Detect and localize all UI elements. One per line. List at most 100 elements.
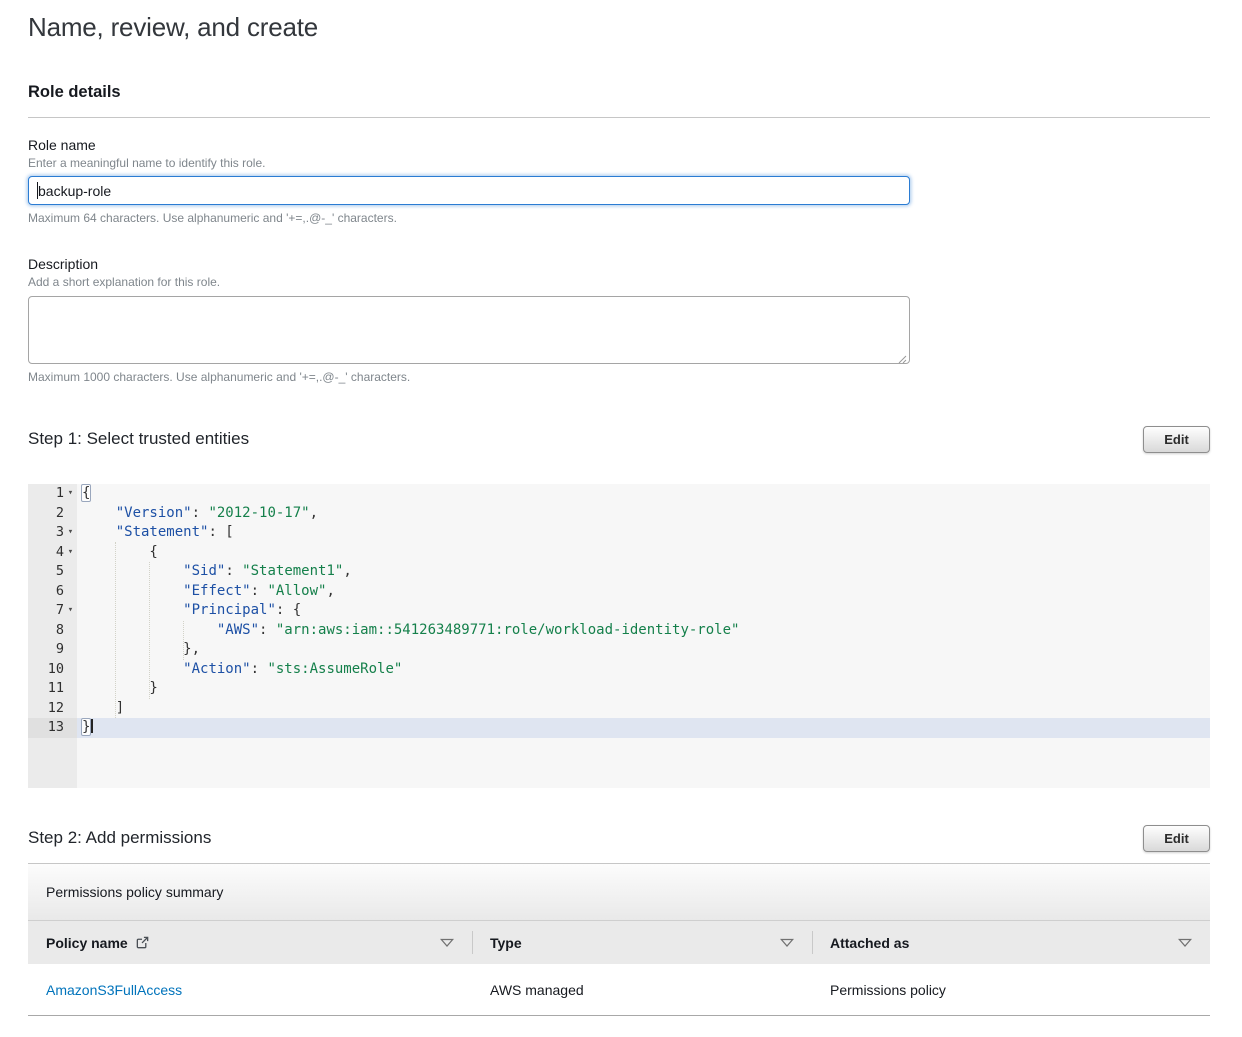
cell-policy-name: AmazonS3FullAccess xyxy=(28,982,472,998)
description-label: Description xyxy=(28,256,1210,272)
code-token: : xyxy=(251,583,268,599)
code-token: "Action" xyxy=(183,661,250,677)
code-token: } xyxy=(82,680,158,696)
filter-dropdown-icon[interactable] xyxy=(1178,938,1192,948)
column-label: Type xyxy=(490,935,522,951)
fold-arrow-icon[interactable]: ▾ xyxy=(64,484,77,504)
code-line[interactable]: } xyxy=(77,679,1210,699)
code-token: "Version" xyxy=(116,505,192,521)
code-line[interactable]: } xyxy=(77,718,1210,738)
fold-arrow-icon[interactable]: ▾ xyxy=(64,543,77,563)
column-header-type[interactable]: Type xyxy=(472,921,812,964)
trust-policy-editor[interactable]: 1▾23▾4▾567▾8910111213 { "Version": "2012… xyxy=(28,484,1210,788)
code-line[interactable]: }, xyxy=(77,640,1210,660)
code-line[interactable]: "Sid": "Statement1", xyxy=(77,562,1210,582)
line-number: 2 xyxy=(56,504,64,524)
code-token xyxy=(82,583,183,599)
code-token: { xyxy=(82,544,158,560)
description-help: Add a short explanation for this role. xyxy=(28,275,1210,289)
permissions-panel-header: Permissions policy summary xyxy=(28,863,1210,921)
role-name-label: Role name xyxy=(28,137,1210,153)
line-number: 3 xyxy=(56,523,64,543)
description-constraint: Maximum 1000 characters. Use alphanumeri… xyxy=(28,370,1210,384)
code-lines[interactable]: { "Version": "2012-10-17", "Statement": … xyxy=(77,484,1210,788)
code-token: "Statement" xyxy=(116,524,209,540)
code-line[interactable]: "AWS": "arn:aws:iam::541263489771:role/w… xyxy=(77,621,1210,641)
fold-arrow-icon[interactable]: ▾ xyxy=(64,523,77,543)
code-token xyxy=(82,524,116,540)
code-token: : xyxy=(259,622,276,638)
code-line[interactable]: "Action": "sts:AssumeRole" xyxy=(77,660,1210,680)
gutter-line: 5 xyxy=(28,562,77,582)
permissions-panel-title: Permissions policy summary xyxy=(46,884,223,900)
gutter-line: 11 xyxy=(28,679,77,699)
code-token: : xyxy=(192,505,209,521)
gutter-line[interactable]: 4▾ xyxy=(28,543,77,563)
code-token: : { xyxy=(276,602,301,618)
code-token: "arn:aws:iam::541263489771:role/workload… xyxy=(276,622,740,638)
filter-dropdown-icon[interactable] xyxy=(440,938,454,948)
line-number: 4 xyxy=(56,543,64,563)
code-token: , xyxy=(343,563,351,579)
text-cursor xyxy=(91,719,93,733)
line-number: 7 xyxy=(56,601,64,621)
line-number: 1 xyxy=(56,484,64,504)
line-number: 6 xyxy=(56,582,64,602)
code-line[interactable]: "Effect": "Allow", xyxy=(77,582,1210,602)
page-title: Name, review, and create xyxy=(28,12,1210,43)
table-row: AmazonS3FullAccess AWS managed Permissio… xyxy=(28,964,1210,1016)
code-token: "Sid" xyxy=(183,563,225,579)
gutter-line[interactable]: 7▾ xyxy=(28,601,77,621)
code-token: : xyxy=(225,563,242,579)
step1-edit-button[interactable]: Edit xyxy=(1143,426,1210,453)
code-line[interactable]: "Version": "2012-10-17", xyxy=(77,504,1210,524)
text-cursor xyxy=(37,182,38,199)
step2-edit-button[interactable]: Edit xyxy=(1143,825,1210,852)
role-name-constraint: Maximum 64 characters. Use alphanumeric … xyxy=(28,211,1210,225)
column-header-attached-as[interactable]: Attached as xyxy=(812,921,1210,964)
gutter-line: 9 xyxy=(28,640,77,660)
column-header-policy-name[interactable]: Policy name xyxy=(28,921,472,964)
fold-arrow-icon[interactable]: ▾ xyxy=(64,601,77,621)
code-token: "sts:AssumeRole" xyxy=(267,661,402,677)
page: Name, review, and create Role details Ro… xyxy=(0,0,1242,1016)
code-token: }, xyxy=(82,641,200,657)
role-name-input[interactable] xyxy=(28,176,910,205)
gutter-line: 2 xyxy=(28,504,77,524)
code-line[interactable]: ] xyxy=(77,699,1210,719)
code-line[interactable]: { xyxy=(77,543,1210,563)
step1-heading: Step 1: Select trusted entities xyxy=(28,429,249,449)
line-number: 9 xyxy=(56,640,64,660)
permissions-table-header: Policy name Type Attached as xyxy=(28,921,1210,964)
gutter-line[interactable]: 3▾ xyxy=(28,523,77,543)
column-label: Policy name xyxy=(46,935,128,951)
code-token: { xyxy=(81,484,91,502)
code-gutter: 1▾23▾4▾567▾8910111213 xyxy=(28,484,77,788)
gutter-line[interactable]: 1▾ xyxy=(28,484,77,504)
column-label: Attached as xyxy=(830,935,909,951)
code-token: "Effect" xyxy=(183,583,250,599)
code-token xyxy=(82,661,183,677)
line-number: 10 xyxy=(48,660,64,680)
filter-dropdown-icon[interactable] xyxy=(780,938,794,948)
line-number: 5 xyxy=(56,562,64,582)
code-token xyxy=(82,563,183,579)
code-token: : [ xyxy=(208,524,233,540)
code-token: "AWS" xyxy=(217,622,259,638)
code-line[interactable]: "Principal": { xyxy=(77,601,1210,621)
code-token xyxy=(82,622,217,638)
code-token: , xyxy=(310,505,318,521)
policy-name-link[interactable]: AmazonS3FullAccess xyxy=(46,982,182,998)
code-token: } xyxy=(81,718,91,736)
cell-attached-as: Permissions policy xyxy=(812,982,1210,998)
gutter-line: 6 xyxy=(28,582,77,602)
resize-handle-icon[interactable] xyxy=(897,351,907,361)
code-token: "Statement1" xyxy=(242,563,343,579)
line-number: 11 xyxy=(48,679,64,699)
code-token: "Principal" xyxy=(183,602,276,618)
code-line[interactable]: { xyxy=(77,484,1210,504)
description-textarea[interactable] xyxy=(28,296,910,364)
code-line[interactable]: "Statement": [ xyxy=(77,523,1210,543)
code-token: "2012-10-17" xyxy=(208,505,309,521)
code-token xyxy=(82,602,183,618)
